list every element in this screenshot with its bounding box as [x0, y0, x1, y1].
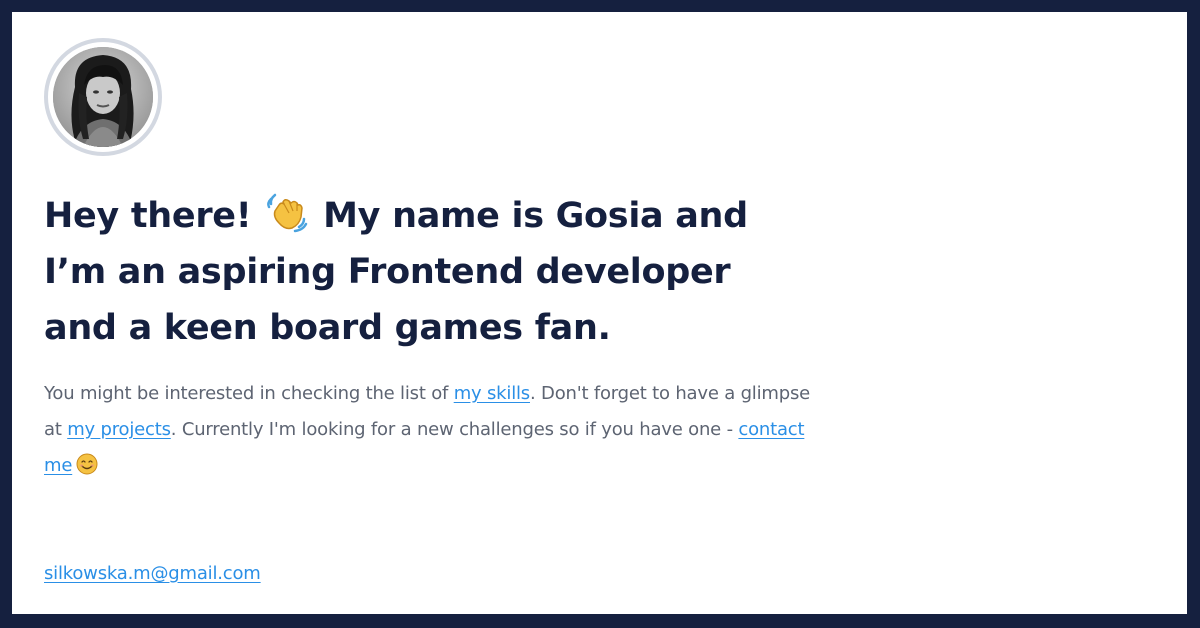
avatar [53, 47, 153, 147]
intro-heading: Hey there! My name is Gosia and I’m an as… [44, 188, 804, 356]
smiling-face-icon [76, 453, 98, 475]
intro-text-1: You might be interested in checking the … [44, 383, 454, 404]
heading-line1-end: My name is Gosia and [311, 196, 748, 236]
intro-text-3: . Currently I'm looking for a new challe… [170, 419, 739, 440]
avatar-photo [53, 47, 153, 147]
my-skills-link[interactable]: my skills [454, 383, 530, 404]
heading-line3: and a keen board games fan. [44, 308, 611, 348]
my-projects-link[interactable]: my projects [67, 419, 171, 440]
waving-hand-icon [267, 193, 308, 233]
heading-line1-start: Hey there! [44, 196, 264, 236]
intro-paragraph: You might be interested in checking the … [44, 376, 824, 484]
avatar-ring [44, 38, 162, 156]
email-link[interactable]: silkowska.m@gmail.com [44, 560, 261, 588]
heading-line2: I’m an aspiring Frontend developer [44, 252, 731, 292]
profile-card: Hey there! My name is Gosia and I’m an as… [12, 12, 1187, 614]
